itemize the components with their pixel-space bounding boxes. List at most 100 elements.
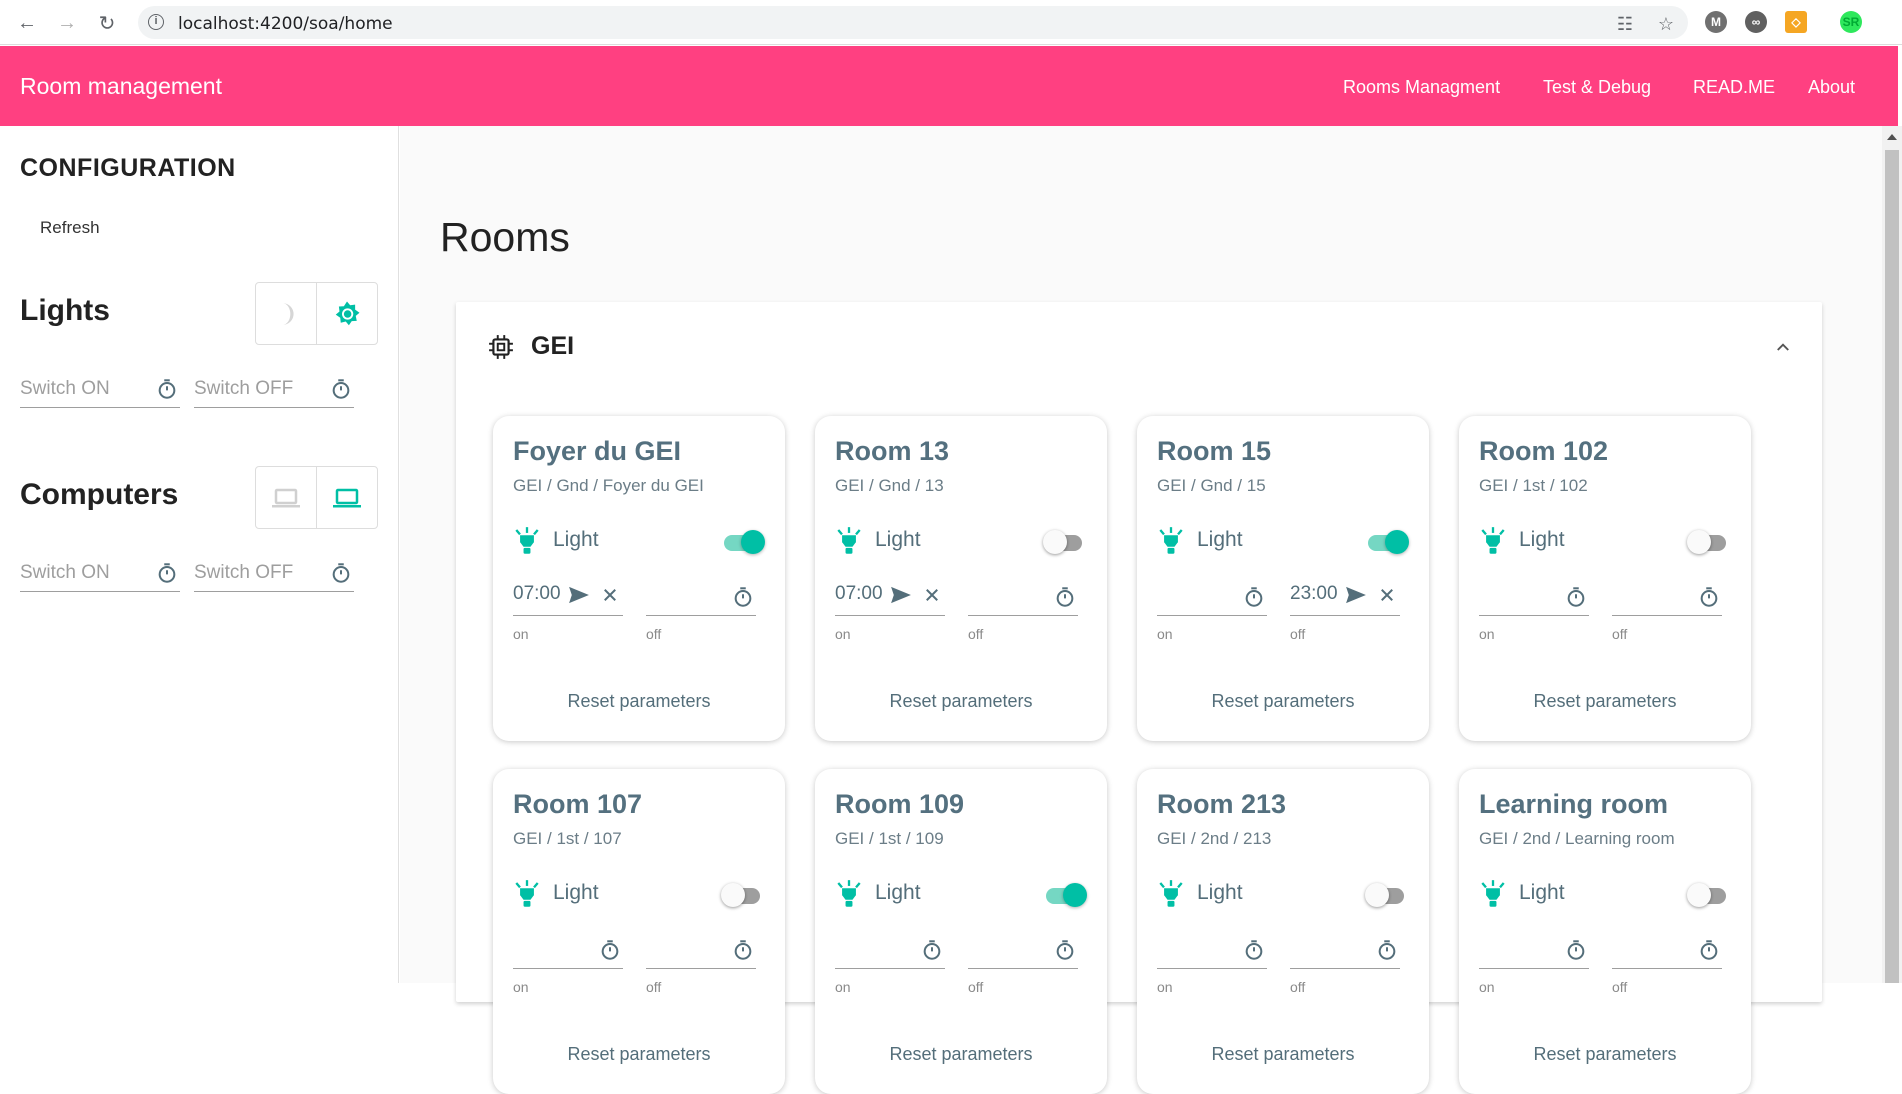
off-time-field[interactable] [1612, 931, 1722, 969]
off-time-field[interactable] [646, 931, 756, 969]
scrollbar-thumb[interactable] [1885, 150, 1899, 983]
on-hint: on [513, 979, 529, 995]
extension-cube-icon[interactable]: ◇ [1785, 11, 1807, 33]
close-icon[interactable] [923, 586, 941, 604]
room-name: Learning room [1479, 789, 1669, 819]
send-icon[interactable] [1345, 586, 1367, 604]
nav-test-debug[interactable]: Test & Debug [1543, 77, 1651, 98]
light-label: Light [553, 528, 599, 551]
profile-avatar[interactable]: SR [1840, 11, 1862, 33]
lights-on-button[interactable] [316, 283, 377, 344]
timer-icon [1378, 940, 1396, 960]
panel-header[interactable]: GEI [456, 302, 1822, 392]
timer-icon [734, 587, 752, 607]
scroll-up-arrow-icon[interactable] [1887, 134, 1897, 140]
off-time-field[interactable] [1612, 578, 1722, 616]
timer-icon [734, 940, 752, 960]
translate-icon[interactable]: ☷ [1615, 14, 1635, 34]
computers-switch-off-field[interactable]: Switch OFF [194, 556, 354, 592]
extension-link-icon[interactable]: ∞ [1745, 11, 1767, 33]
reset-parameters-button[interactable]: Reset parameters [1459, 1044, 1751, 1065]
refresh-button[interactable]: Refresh [40, 218, 100, 238]
computers-on-button[interactable] [316, 467, 377, 528]
on-time-field[interactable] [513, 931, 623, 969]
light-toggle-switch[interactable] [721, 883, 765, 907]
back-icon[interactable]: ← [14, 10, 40, 36]
light-toggle-switch[interactable] [1365, 883, 1409, 907]
bookmark-star-icon[interactable]: ☆ [1656, 14, 1676, 34]
light-toggle-switch[interactable] [1043, 883, 1087, 907]
page-scrollbar[interactable] [1882, 126, 1902, 983]
room-path: GEI / 2nd / 213 [1157, 829, 1272, 848]
off-hint: off [1290, 626, 1306, 642]
site-info-icon[interactable]: i [148, 14, 164, 30]
reset-parameters-button[interactable]: Reset parameters [815, 691, 1107, 712]
send-icon[interactable] [890, 586, 912, 604]
reload-icon[interactable]: ↻ [94, 10, 120, 36]
on-hint: on [1157, 979, 1173, 995]
reset-parameters-button[interactable]: Reset parameters [493, 691, 785, 712]
computers-switch-on-field[interactable]: Switch ON [20, 556, 180, 592]
timer-icon [1245, 940, 1263, 960]
nav-readme[interactable]: READ.ME [1693, 77, 1775, 98]
light-toggle-switch[interactable] [1365, 530, 1409, 554]
off-time-field[interactable]: 23:00 [1290, 578, 1400, 616]
light-row: Light [835, 879, 1087, 909]
off-time-field[interactable] [968, 578, 1078, 616]
lights-off-button[interactable] [256, 283, 316, 344]
reset-parameters-button[interactable]: Reset parameters [1459, 691, 1751, 712]
send-icon[interactable] [568, 586, 590, 604]
app-title: Room management [20, 73, 222, 99]
on-time-field[interactable] [1157, 578, 1267, 616]
on-time-value: 07:00 [835, 583, 883, 604]
nav-rooms-managment[interactable]: Rooms Managment [1343, 77, 1500, 98]
timer-icon [1700, 587, 1718, 607]
light-toggle-switch[interactable] [1687, 530, 1731, 554]
reset-parameters-button[interactable]: Reset parameters [1137, 1044, 1429, 1065]
close-icon[interactable] [601, 586, 619, 604]
reset-parameters-button[interactable]: Reset parameters [493, 1044, 785, 1065]
room-path: GEI / Gnd / 13 [835, 476, 944, 495]
on-time-field[interactable]: 07:00 [835, 578, 945, 616]
lights-switch-off-placeholder: Switch OFF [194, 378, 294, 399]
reset-parameters-button[interactable]: Reset parameters [815, 1044, 1107, 1065]
room-path: GEI / 1st / 102 [1479, 476, 1588, 495]
on-time-field[interactable] [835, 931, 945, 969]
off-time-field[interactable] [968, 931, 1078, 969]
light-toggle-switch[interactable] [1043, 530, 1087, 554]
forward-icon[interactable]: → [54, 10, 80, 36]
room-name: Room 13 [835, 436, 950, 466]
room-path: GEI / Gnd / 15 [1157, 476, 1266, 495]
address-bar[interactable]: i localhost:4200/soa/home ☷ ☆ [138, 6, 1688, 39]
lights-switch-off-field[interactable]: Switch OFF [194, 372, 354, 408]
lightbulb-icon [837, 880, 861, 907]
light-row: Light [513, 526, 765, 556]
room-name: Room 15 [1157, 436, 1272, 466]
on-time-field[interactable] [1479, 578, 1589, 616]
light-label: Light [1519, 528, 1565, 551]
light-row: Light [513, 879, 765, 909]
nav-about[interactable]: About [1808, 77, 1855, 98]
browser-toolbar: ← → ↻ i localhost:4200/soa/home ☷ ☆ M ∞ … [0, 0, 1902, 45]
off-hint: off [968, 626, 984, 642]
off-time-field[interactable] [1290, 931, 1400, 969]
close-icon[interactable] [1378, 586, 1396, 604]
on-time-field[interactable] [1157, 931, 1267, 969]
on-time-field[interactable] [1479, 931, 1589, 969]
lights-switch-on-field[interactable]: Switch ON [20, 372, 180, 408]
on-hint: on [835, 626, 851, 642]
room-path: GEI / 1st / 109 [835, 829, 944, 848]
page-title: Rooms [440, 214, 570, 260]
light-row: Light [1479, 526, 1731, 556]
on-time-field[interactable]: 07:00 [513, 578, 623, 616]
off-hint: off [1290, 979, 1306, 995]
light-row: Light [1157, 526, 1409, 556]
reset-parameters-button[interactable]: Reset parameters [1137, 691, 1429, 712]
light-toggle-switch[interactable] [1687, 883, 1731, 907]
off-time-field[interactable] [646, 578, 756, 616]
room-path: GEI / 1st / 107 [513, 829, 622, 848]
chevron-up-icon [1777, 343, 1789, 351]
extension-m-icon[interactable]: M [1705, 11, 1727, 33]
light-toggle-switch[interactable] [721, 530, 765, 554]
computers-off-button[interactable] [256, 467, 316, 528]
